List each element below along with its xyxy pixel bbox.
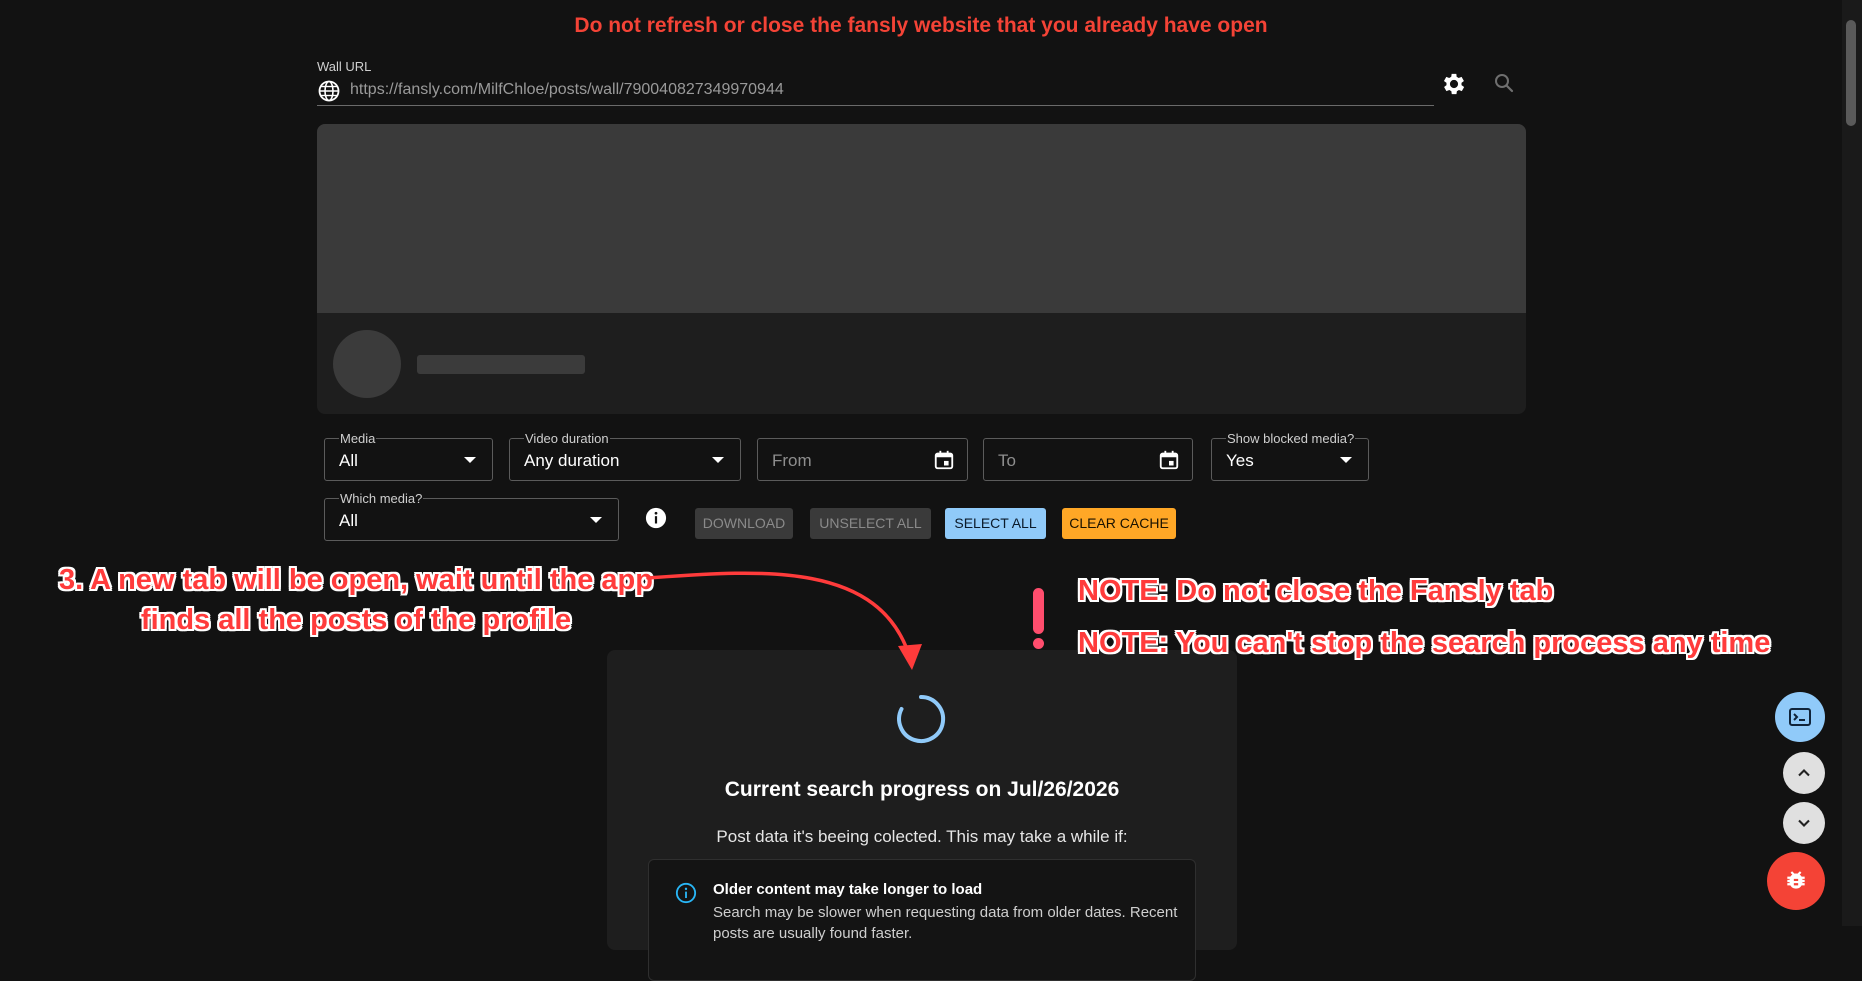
media-select-value: All <box>339 451 358 470</box>
exclamation-dot <box>1033 638 1044 649</box>
to-date-placeholder: To <box>998 451 1016 470</box>
clear-cache-button[interactable]: CLEAR CACHE <box>1062 508 1176 539</box>
show-blocked-value: Yes <box>1226 451 1254 470</box>
alert-text: Search may be slower when requesting dat… <box>713 904 1178 942</box>
video-duration-select[interactable]: Video duration Any duration <box>509 431 741 481</box>
skeleton-avatar <box>333 330 401 398</box>
show-blocked-select[interactable]: Show blocked media? Yes <box>1211 431 1369 481</box>
search-icon[interactable] <box>1492 71 1516 95</box>
which-media-select[interactable]: Which media? All <box>324 491 619 541</box>
calendar-icon[interactable] <box>933 449 955 471</box>
from-date-field[interactable]: From <box>757 438 968 481</box>
which-media-label: Which media? <box>339 491 424 506</box>
post-skeleton-card <box>317 124 1526 414</box>
dropdown-arrow-icon <box>590 517 602 523</box>
exclamation-icon <box>1033 588 1044 634</box>
chevron-down-icon <box>1798 819 1810 827</box>
page-scrollbar[interactable] <box>1842 0 1862 926</box>
wall-url-input[interactable] <box>350 76 1420 104</box>
media-select-label: Media <box>339 431 377 446</box>
info-outline-icon <box>675 882 697 904</box>
search-progress-card: Current search progress on Jul/26/2026 P… <box>607 650 1237 981</box>
unselect-all-button[interactable]: UNSELECT ALL <box>810 508 931 539</box>
show-blocked-label: Show blocked media? <box>1226 431 1356 446</box>
refresh-warning: Do not refresh or close the fansly websi… <box>574 14 1268 37</box>
to-date-field[interactable]: To <box>983 438 1193 481</box>
alert-title: Older content may take longer to load <box>713 881 983 898</box>
calendar-icon[interactable] <box>1158 449 1180 471</box>
progress-title: Current search progress on Jul/26/2026 <box>724 778 1120 801</box>
scroll-up-button[interactable] <box>1783 752 1825 794</box>
skeleton-text-line <box>417 355 585 374</box>
globe-icon <box>318 80 340 102</box>
dropdown-arrow-icon <box>1340 457 1352 463</box>
skeleton-media <box>317 124 1526 313</box>
which-media-value: All <box>339 511 358 530</box>
progress-subtitle: Post data it's beeing colected. This may… <box>716 827 1128 846</box>
video-duration-value: Any duration <box>524 451 620 470</box>
wall-url-field[interactable] <box>317 76 1434 106</box>
info-icon[interactable] <box>645 507 667 529</box>
dropdown-arrow-icon <box>712 457 724 463</box>
gear-icon[interactable] <box>1440 70 1468 98</box>
note-cannot-stop: NOTE: You can't stop the search process … <box>1078 627 1771 659</box>
terminal-button[interactable] <box>1775 692 1825 742</box>
step-annotation: 3. A new tab will be open, wait until th… <box>58 564 653 636</box>
video-duration-label: Video duration <box>524 431 610 446</box>
loading-spinner-icon <box>897 694 946 743</box>
annotation-arrow <box>646 571 922 670</box>
media-select[interactable]: Media All <box>324 431 493 481</box>
dropdown-arrow-icon <box>464 457 476 463</box>
info-alert: Older content may take longer to load Se… <box>648 859 1196 981</box>
chevron-up-icon <box>1798 769 1810 777</box>
bug-report-button[interactable] <box>1767 852 1825 910</box>
select-all-button[interactable]: SELECT ALL <box>945 508 1046 539</box>
download-button[interactable]: DOWNLOAD <box>695 508 793 539</box>
scrollbar-thumb[interactable] <box>1846 20 1856 126</box>
note-do-not-close: NOTE: Do not close the Fansly tab <box>1078 575 1554 607</box>
wall-url-label: Wall URL <box>317 59 372 74</box>
bug-icon <box>1787 871 1805 889</box>
scroll-down-button[interactable] <box>1783 802 1825 844</box>
from-date-placeholder: From <box>772 451 812 470</box>
terminal-icon <box>1789 708 1811 726</box>
